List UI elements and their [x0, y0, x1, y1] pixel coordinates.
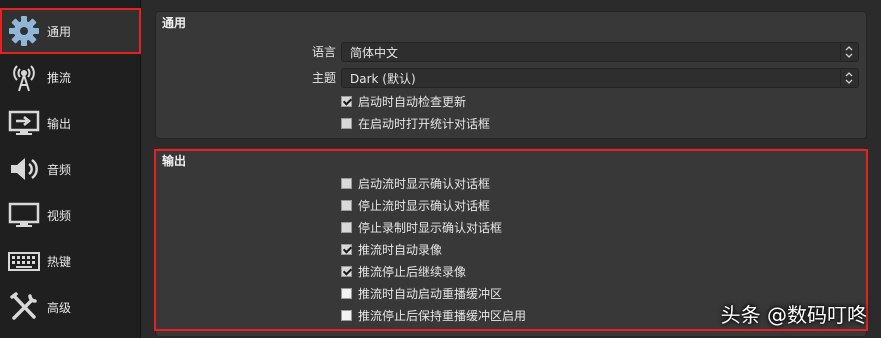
checkbox-label: 推流时自动启动重播缓冲区 [358, 286, 503, 301]
sidebar-item-label: 输出 [47, 116, 72, 131]
checkbox-label: 启动流时显示确认对话框 [358, 176, 491, 191]
sidebar-item-output[interactable]: 输出 [0, 100, 141, 146]
output-monitor-icon [7, 106, 41, 140]
theme-label: 主题 [311, 71, 336, 85]
checkbox-unchecked[interactable] [341, 199, 352, 211]
sidebar-item-label: 通用 [47, 24, 72, 39]
antenna-icon [7, 60, 41, 94]
auto-replay-buffer-checkbox[interactable]: 推流时自动启动重播缓冲区 [341, 284, 502, 302]
checkbox-unchecked[interactable] [341, 221, 352, 233]
checkbox-checked[interactable] [341, 265, 352, 277]
auto-check-updates-checkbox[interactable]: 启动时自动检查更新 [341, 92, 466, 110]
confirm-stop-stream-checkbox[interactable]: 停止流时显示确认对话框 [341, 196, 490, 214]
checkbox-checked[interactable] [341, 95, 352, 107]
theme-value: Dark (默认) [350, 71, 416, 86]
language-value: 简体中文 [350, 45, 399, 60]
sidebar-item-hotkeys[interactable]: 热键 [0, 238, 141, 284]
sidebar-item-label: 推流 [47, 70, 72, 85]
keyboard-icon [7, 244, 41, 278]
group-title: 输出 [162, 154, 187, 168]
checkbox-unchecked[interactable] [341, 117, 352, 129]
open-stats-on-startup-checkbox[interactable]: 在启动时打开统计对话框 [341, 114, 490, 132]
group-title: 通用 [162, 16, 187, 30]
checkbox-label: 停止流时显示确认对话框 [358, 198, 491, 213]
tools-icon [7, 290, 41, 324]
sidebar-item-stream[interactable]: 推流 [0, 54, 141, 100]
checkbox-label: 在启动时打开统计对话框 [358, 116, 491, 131]
sidebar-item-general[interactable]: 通用 [0, 8, 141, 54]
auto-record-on-stream-checkbox[interactable]: 推流时自动录像 [341, 240, 442, 258]
updown-arrows-icon [840, 44, 857, 60]
theme-select[interactable]: Dark (默认) [341, 68, 859, 88]
checkbox-label: 推流停止后继续录像 [358, 264, 467, 279]
sidebar-item-audio[interactable]: 音频 [0, 146, 141, 192]
settings-sidebar: 通用 推流 输出 音频 视频 热键 高级 [0, 0, 141, 338]
language-label: 语言 [311, 45, 336, 59]
watermark-text: 头条 @数码叮咚 [720, 303, 867, 327]
sidebar-item-video[interactable]: 视频 [0, 192, 141, 238]
monitor-icon [7, 198, 41, 232]
settings-content: 通用 语言 简体中文 主题 Dark (默认) 启动时自动检查更新 在启动时打开… [141, 0, 881, 338]
checkbox-label: 推流停止后保持重播缓冲区启用 [358, 308, 527, 323]
checkbox-label: 停止录制时显示确认对话框 [358, 220, 503, 235]
checkbox-label: 启动时自动检查更新 [358, 94, 467, 109]
general-group: 通用 语言 简体中文 主题 Dark (默认) 启动时自动检查更新 在启动时打开… [155, 11, 867, 139]
sidebar-item-advanced[interactable]: 高级 [0, 284, 141, 330]
checkbox-unchecked[interactable] [341, 309, 352, 321]
language-select[interactable]: 简体中文 [341, 42, 859, 62]
checkbox-checked[interactable] [341, 243, 352, 255]
sidebar-item-label: 高级 [47, 300, 72, 315]
speaker-icon [7, 152, 41, 186]
checkbox-unchecked[interactable] [341, 287, 352, 299]
checkbox-unchecked[interactable] [341, 177, 352, 189]
confirm-start-stream-checkbox[interactable]: 启动流时显示确认对话框 [341, 174, 490, 192]
sidebar-item-label: 视频 [47, 208, 72, 223]
keep-recording-after-stream-checkbox[interactable]: 推流停止后继续录像 [341, 262, 466, 280]
checkbox-label: 推流时自动录像 [358, 242, 443, 257]
updown-arrows-icon [840, 70, 857, 86]
gear-icon [7, 14, 41, 48]
sidebar-item-label: 音频 [47, 162, 72, 177]
keep-replay-buffer-checkbox[interactable]: 推流停止后保持重播缓冲区启用 [341, 306, 526, 324]
sidebar-item-label: 热键 [47, 254, 72, 269]
confirm-stop-recording-checkbox[interactable]: 停止录制时显示确认对话框 [341, 218, 502, 236]
